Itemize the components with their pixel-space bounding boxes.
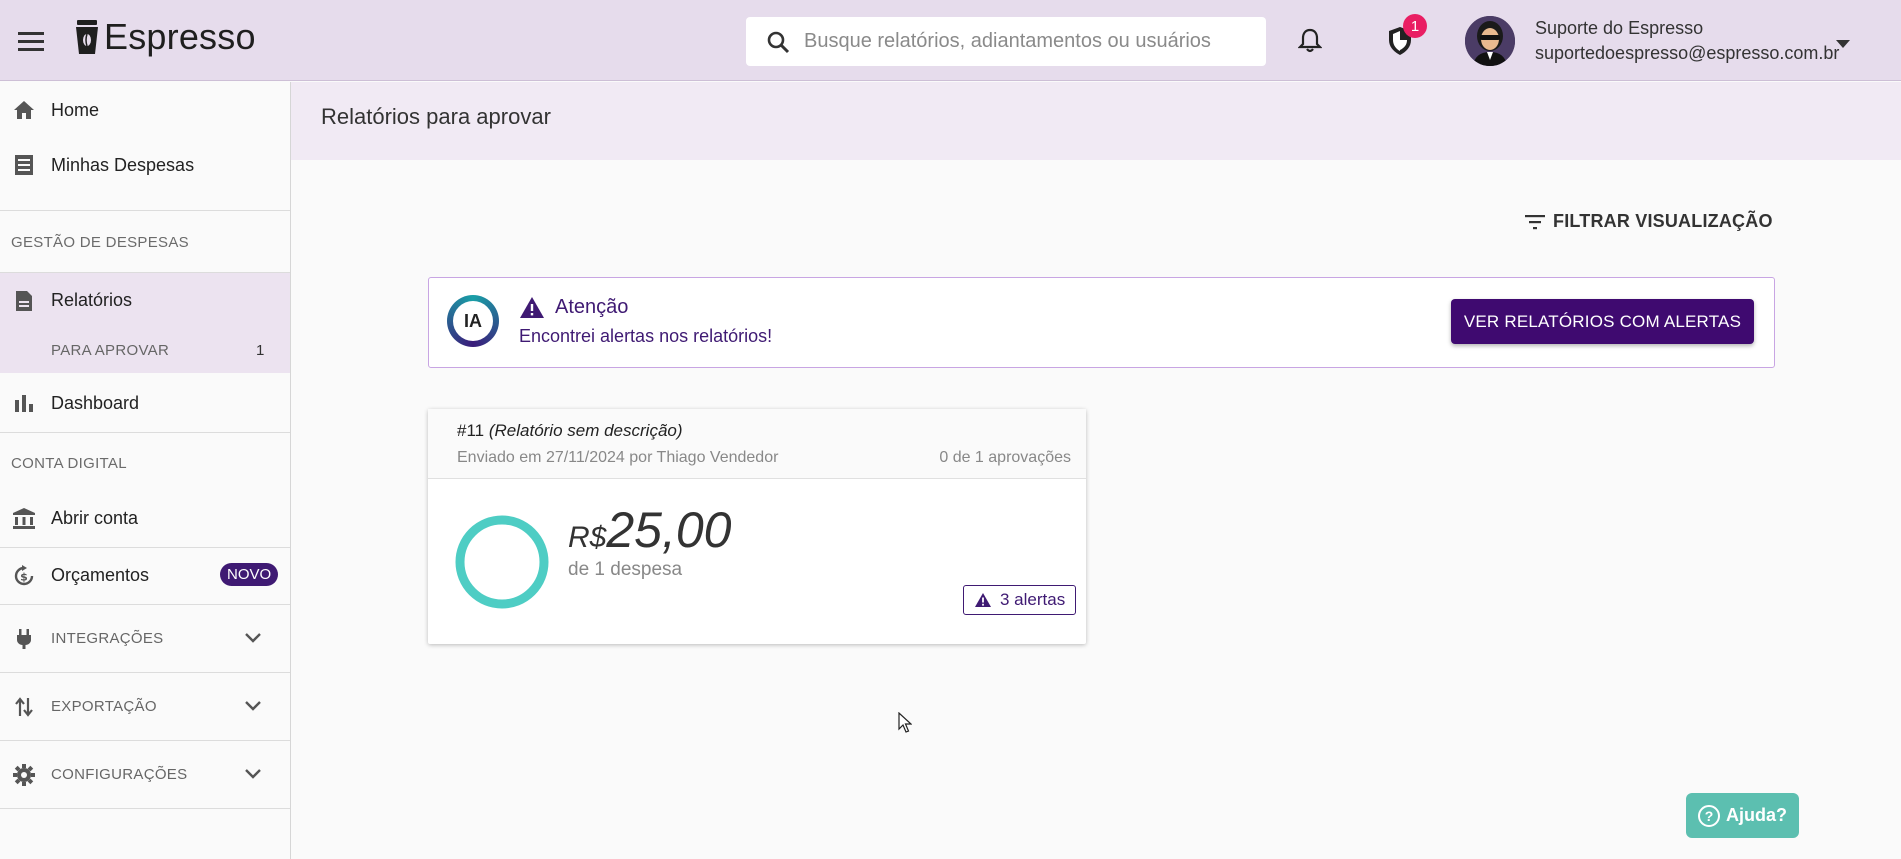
chevron-down-icon	[245, 766, 261, 784]
report-approvals: 0 de 1 aprovações	[939, 449, 1071, 466]
search-input[interactable]	[804, 30, 1244, 53]
user-avatar[interactable]	[1465, 16, 1515, 66]
sidebar-item-exportacao[interactable]: EXPORTAÇÃO	[0, 673, 290, 740]
new-badge: NOVO	[220, 563, 279, 586]
bar-chart-icon	[12, 391, 36, 415]
sidebar-item-label: Orçamentos	[51, 565, 150, 585]
chevron-down-icon	[245, 630, 261, 648]
user-email: suportedoespresso@espresso.com.br	[1535, 43, 1840, 63]
section-title: CONTA DIGITAL	[11, 455, 127, 472]
document-icon	[12, 289, 36, 313]
alerts-chip[interactable]: 3 alertas	[963, 585, 1077, 615]
alerts-count: 3 alertas	[1000, 590, 1066, 609]
amount-value: 25,00	[606, 502, 732, 558]
divider	[0, 432, 290, 433]
security-badge: 1	[1403, 14, 1427, 38]
report-card-header: #11 (Relatório sem descrição) Enviado em…	[428, 409, 1086, 479]
sidebar-item-dashboard[interactable]: Dashboard	[0, 385, 290, 421]
sidebar-item-minhas-despesas[interactable]: Minhas Despesas	[0, 147, 290, 183]
user-info[interactable]: Suporte do Espresso suportedoespresso@es…	[1535, 16, 1839, 66]
alert-title: Atenção	[519, 296, 628, 319]
app-name: Espresso	[104, 16, 256, 57]
help-label: Ajuda?	[1726, 805, 1787, 825]
sidebar-item-label: Dashboard	[51, 392, 140, 413]
report-card[interactable]: #11 (Relatório sem descrição) Enviado em…	[428, 409, 1086, 644]
sidebar-item-label: Relatórios	[51, 290, 133, 310]
alert-text: Encontrei alertas nos relatórios!	[519, 326, 773, 346]
filter-icon	[1525, 214, 1545, 229]
sidebar-item-abrir-conta[interactable]: Abrir conta	[0, 500, 290, 536]
ai-alert-banner: IA Atenção Encontrei alertas nos relatór…	[428, 277, 1775, 368]
receipt-icon	[12, 153, 36, 177]
search-bar[interactable]	[746, 17, 1266, 66]
expense-count: de 1 despesa	[568, 559, 683, 580]
sidebar-item-label: Home	[51, 99, 100, 120]
sidebar: Home Minhas Despesas GESTÃO DE DESPESAS …	[0, 82, 291, 859]
user-menu-caret-icon[interactable]	[1836, 36, 1850, 54]
sidebar-item-orcamentos[interactable]: $ Orçamentos NOVO	[0, 548, 290, 603]
sidebar-item-configuracoes[interactable]: CONFIGURAÇÕES	[0, 741, 290, 808]
sidebar-item-para-aprovar[interactable]: PARA APROVAR 1	[0, 328, 290, 373]
coffee-cup-icon	[76, 20, 98, 54]
sidebar-item-label: INTEGRAÇÕES	[51, 630, 164, 647]
notifications-bell-icon[interactable]	[1297, 28, 1323, 59]
home-icon	[12, 98, 36, 122]
sidebar-item-integracoes[interactable]: INTEGRAÇÕES	[0, 605, 290, 672]
report-description: (Relatório sem descrição)	[488, 421, 683, 440]
divider	[0, 808, 290, 809]
logo[interactable]: Espresso	[74, 16, 256, 58]
warning-icon	[520, 297, 544, 318]
report-title: #11 (Relatório sem descrição)	[457, 421, 683, 441]
plug-icon	[12, 627, 36, 651]
filter-label: FILTRAR VISUALIZAÇÃO	[1553, 211, 1773, 231]
user-name: Suporte do Espresso	[1535, 18, 1704, 38]
chevron-down-icon	[245, 698, 261, 716]
search-icon	[767, 31, 790, 53]
ai-badge-icon: IA	[447, 295, 499, 347]
ai-badge-label: IA	[453, 301, 493, 341]
view-alert-reports-button[interactable]: VER RELATÓRIOS COM ALERTAS	[1451, 299, 1754, 344]
gear-icon	[12, 763, 36, 787]
page-header: Relatórios para aprovar	[291, 82, 1901, 160]
para-aprovar-count: 1	[256, 342, 265, 359]
sidebar-item-label: Abrir conta	[51, 507, 139, 528]
sidebar-item-label: EXPORTAÇÃO	[51, 698, 157, 715]
progress-ring	[454, 514, 550, 615]
report-sent-info: Enviado em 27/11/2024 por Thiago Vendedo…	[457, 449, 779, 466]
page-title: Relatórios para aprovar	[321, 104, 551, 129]
sidebar-item-relatorios[interactable]: Relatórios	[0, 273, 290, 328]
bank-icon	[12, 506, 36, 530]
sidebar-item-label: Minhas Despesas	[51, 154, 195, 175]
top-app-bar: Espresso 1 Suporte do Espresso suportedo…	[0, 0, 1901, 81]
sidebar-item-label: PARA APROVAR	[51, 342, 170, 359]
alert-title-text: Atenção	[555, 296, 629, 318]
warning-icon	[975, 593, 991, 607]
budget-cycle-icon: $	[12, 564, 36, 588]
sidebar-item-label: CONFIGURAÇÕES	[51, 766, 188, 783]
filter-button[interactable]: FILTRAR VISUALIZAÇÃO	[1525, 211, 1773, 232]
currency-symbol: R$	[568, 521, 607, 554]
svg-text:$: $	[20, 570, 28, 583]
divider	[0, 210, 290, 211]
sidebar-item-home[interactable]: Home	[0, 92, 290, 128]
mouse-cursor-icon	[898, 711, 913, 739]
report-amount: R$25,00	[568, 501, 731, 559]
section-title: GESTÃO DE DESPESAS	[11, 234, 189, 251]
menu-icon[interactable]	[14, 27, 48, 55]
import-export-icon	[12, 695, 36, 719]
report-number: #11	[457, 421, 485, 440]
help-icon: ?	[1698, 804, 1720, 827]
help-button[interactable]: ? Ajuda?	[1686, 793, 1799, 838]
